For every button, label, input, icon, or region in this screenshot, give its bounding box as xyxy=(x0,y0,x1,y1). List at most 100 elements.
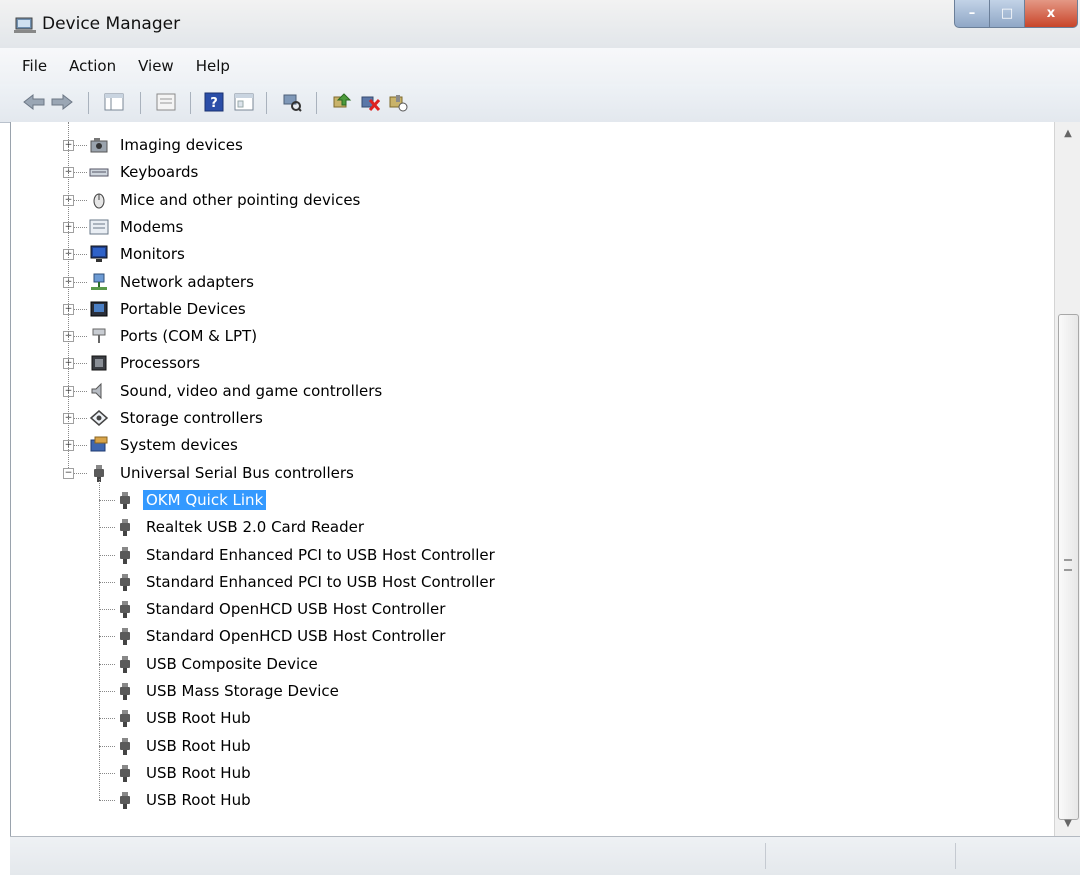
tree-device[interactable]: USB Mass Storage Device xyxy=(115,678,342,704)
keyboard-icon xyxy=(89,168,109,177)
uninstall-device-button[interactable] xyxy=(358,90,382,114)
usb-icon xyxy=(120,655,130,673)
tree-connector xyxy=(99,527,115,529)
tree-category[interactable]: Storage controllers xyxy=(89,405,266,431)
tree-connector xyxy=(99,745,115,747)
modem-icon xyxy=(89,219,109,235)
menu-view[interactable]: View xyxy=(138,57,174,75)
menu-help[interactable]: Help xyxy=(196,57,230,75)
update-driver-icon xyxy=(333,93,352,108)
minimize-icon: – xyxy=(968,5,976,21)
menu-file[interactable]: File xyxy=(22,57,47,75)
tree-device[interactable]: Standard OpenHCD USB Host Controller xyxy=(115,623,448,649)
forward-icon xyxy=(51,94,73,110)
tree-category-label: Mice and other pointing devices xyxy=(120,190,361,209)
tree-category[interactable]: Portable Devices xyxy=(89,296,249,322)
device-tree[interactable]: + Imaging devices + Keyboards + Mice and othe… xyxy=(10,122,1055,836)
tree-category[interactable]: Monitors xyxy=(89,241,188,267)
disable-device-icon xyxy=(389,95,408,112)
tree-category[interactable]: Modems xyxy=(89,214,186,240)
scroll-down-button[interactable]: ▼ xyxy=(1055,812,1080,834)
back-icon xyxy=(23,94,45,110)
processor-icon xyxy=(91,355,107,371)
tree-connector xyxy=(73,418,87,419)
scan-hardware-button[interactable] xyxy=(280,90,304,114)
tree-device-label: Standard OpenHCD USB Host Controller xyxy=(146,600,446,619)
window-controls: – □ x xyxy=(954,0,1078,28)
vertical-scrollbar[interactable]: ▲ ▼ xyxy=(1054,122,1080,836)
tree-device[interactable]: Standard Enhanced PCI to USB Host Contro… xyxy=(115,542,498,568)
tree-connector xyxy=(73,254,87,256)
toolbar-separator xyxy=(140,92,141,114)
tree-device[interactable]: USB Root Hub xyxy=(115,733,254,759)
toolbar-separator xyxy=(190,92,191,114)
tree-category[interactable]: Universal Serial Bus controllers xyxy=(89,460,357,486)
menu-action[interactable]: Action xyxy=(69,57,116,75)
tree-category-label: Portable Devices xyxy=(120,299,246,318)
back-button[interactable] xyxy=(22,90,46,114)
tree-category-label: Sound, video and game controllers xyxy=(120,381,383,400)
mouse-icon xyxy=(93,193,105,209)
tree-connector xyxy=(99,636,115,638)
system-device-icon xyxy=(90,436,108,452)
toolbar-separator xyxy=(88,92,89,114)
tree-category[interactable]: Keyboards xyxy=(89,159,201,185)
tree-device[interactable]: USB Root Hub xyxy=(115,760,254,786)
usb-icon xyxy=(120,601,130,619)
tree-category[interactable]: Mice and other pointing devices xyxy=(89,187,363,213)
tree-device[interactable]: USB Root Hub xyxy=(115,787,254,813)
monitor-icon xyxy=(90,245,108,263)
update-driver-button[interactable] xyxy=(330,90,354,114)
title-bar[interactable]: Device Manager – □ x xyxy=(0,0,1080,48)
scroll-up-button[interactable]: ▲ xyxy=(1055,122,1080,144)
tree-category-label: Monitors xyxy=(120,245,185,264)
tree-device[interactable]: Standard Enhanced PCI to USB Host Contro… xyxy=(115,569,498,595)
status-divider xyxy=(955,843,956,869)
collapse-toggle-icon[interactable]: − xyxy=(63,467,74,479)
scroll-down-icon: ▼ xyxy=(1064,817,1072,829)
usb-icon xyxy=(120,546,130,564)
usb-icon xyxy=(120,628,130,646)
tree-category[interactable]: Sound, video and game controllers xyxy=(89,378,385,404)
disable-device-button[interactable] xyxy=(386,90,410,114)
console-tree-button[interactable] xyxy=(102,90,126,114)
tree-category-label: Imaging devices xyxy=(120,136,243,154)
view-icon xyxy=(234,93,254,111)
tree-device-label: Standard Enhanced PCI to USB Host Contro… xyxy=(146,572,495,591)
network-adapter-icon xyxy=(91,273,107,290)
usb-icon xyxy=(120,491,130,509)
tree-connector xyxy=(99,800,115,802)
forward-button[interactable] xyxy=(50,90,74,114)
properties-button[interactable] xyxy=(154,90,178,114)
tree-category[interactable]: Imaging devices xyxy=(89,132,246,158)
tree-category-label: Processors xyxy=(120,354,201,373)
tree-connector xyxy=(99,478,100,801)
tree-device-label: Realtek USB 2.0 Card Reader xyxy=(146,518,365,537)
scroll-thumb[interactable] xyxy=(1058,314,1079,820)
tree-connector xyxy=(73,336,87,338)
minimize-button[interactable]: – xyxy=(954,0,990,28)
uninstall-device-icon xyxy=(361,96,380,112)
usb-icon xyxy=(120,683,130,700)
status-divider xyxy=(765,843,766,869)
tree-device[interactable]: OKM Quick Link xyxy=(115,487,267,513)
tree-category[interactable]: Processors xyxy=(89,350,203,376)
tree-category[interactable]: System devices xyxy=(89,432,241,458)
view-button[interactable] xyxy=(232,90,256,114)
maximize-button[interactable]: □ xyxy=(990,0,1025,28)
tree-device[interactable]: USB Root Hub xyxy=(115,705,254,731)
tree-connector xyxy=(73,199,87,201)
tree-connector xyxy=(73,390,87,392)
tree-device[interactable]: Realtek USB 2.0 Card Reader xyxy=(115,514,367,540)
help-icon: ? xyxy=(204,92,224,112)
tree-device[interactable]: Standard OpenHCD USB Host Controller xyxy=(115,596,448,622)
tree-category-label: Universal Serial Bus controllers xyxy=(120,463,354,482)
tree-connector xyxy=(99,609,115,611)
storage-controller-icon xyxy=(89,410,109,426)
close-button[interactable]: x xyxy=(1025,0,1078,28)
tree-device[interactable]: USB Composite Device xyxy=(115,651,321,677)
tree-connector xyxy=(99,718,115,720)
help-button[interactable]: ? xyxy=(202,90,226,114)
tree-category[interactable]: Network adapters xyxy=(89,269,257,295)
tree-category[interactable]: Ports (COM & LPT) xyxy=(89,323,260,349)
